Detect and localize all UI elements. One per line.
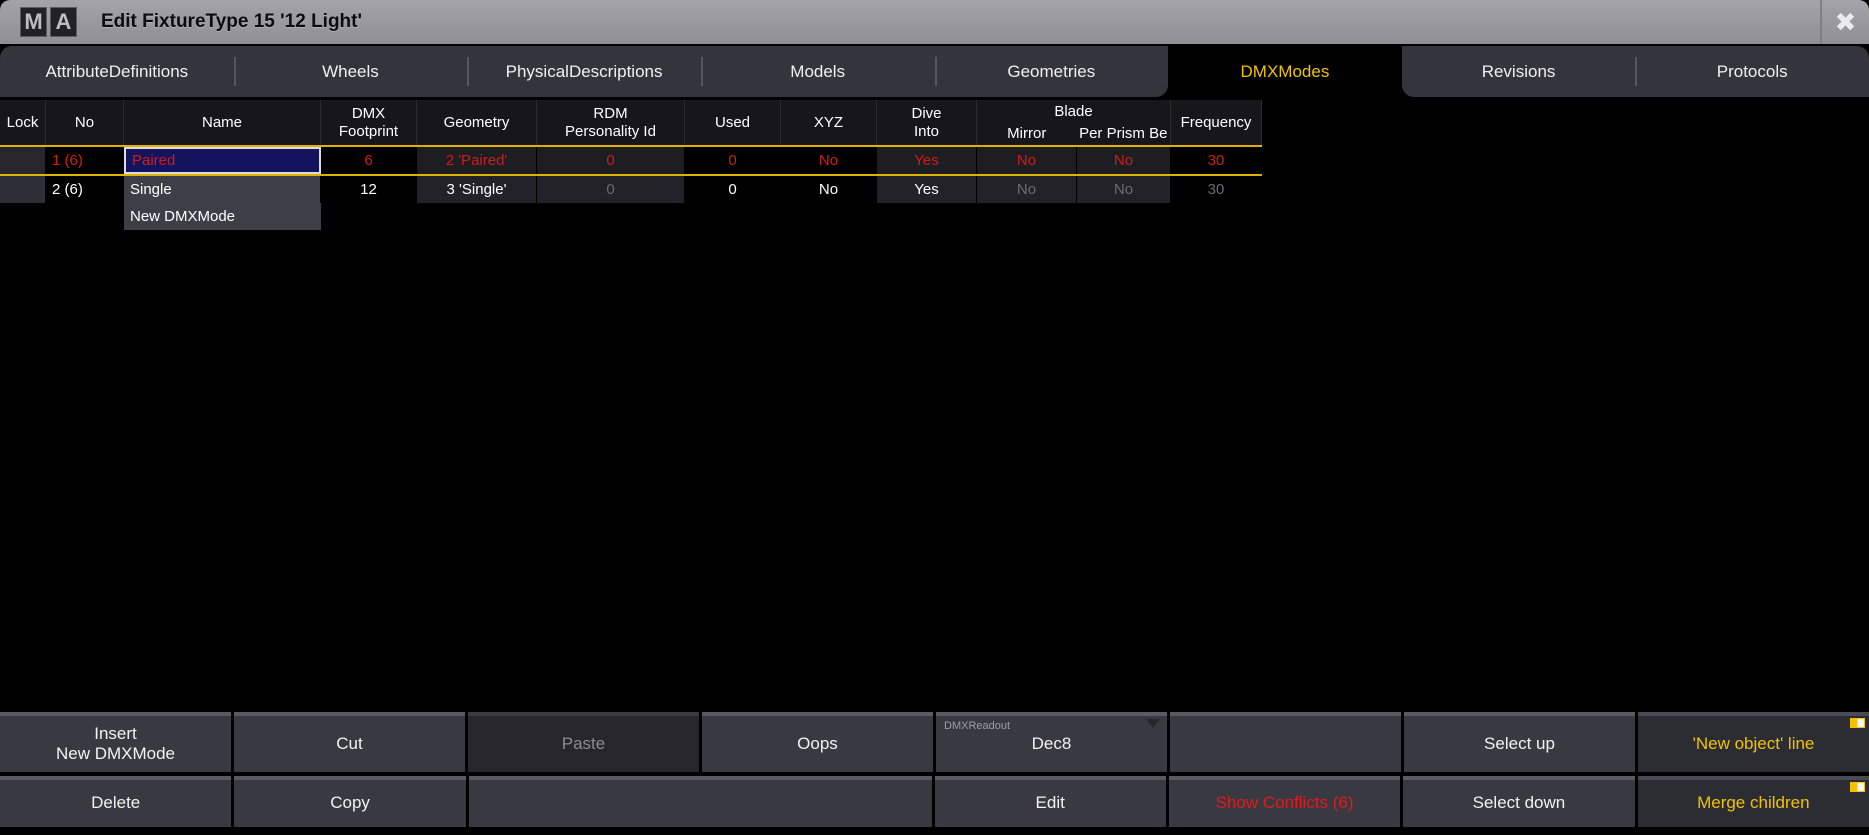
column-header-blade-mirror: Mirror	[977, 125, 1076, 142]
cell-dmx-footprint[interactable]: 6	[321, 147, 417, 174]
column-header-lock[interactable]: Lock	[0, 100, 46, 145]
column-header-name[interactable]: Name	[124, 100, 321, 145]
cell-no[interactable]: 1 (6)	[46, 147, 124, 174]
tab-bar: AttributeDefinitions Wheels PhysicalDesc…	[0, 46, 1869, 97]
cell-name[interactable]: Single	[124, 176, 321, 203]
select-down-button[interactable]: Select down	[1403, 776, 1634, 827]
cell-used[interactable]: 0	[685, 176, 781, 203]
column-header-blade-group[interactable]: Blade Mirror Per Prism Be	[977, 100, 1171, 145]
tab-protocols[interactable]: Protocols	[1635, 46, 1869, 97]
toolbar-row-1: Insert New DMXMode Cut Paste Oops DMXRea…	[0, 712, 1869, 772]
dmx-readout-label: DMXReadout	[944, 720, 1010, 733]
toolbar-row-2: Delete Copy Edit Show Conflicts (6) Sele…	[0, 776, 1869, 827]
new-object-line-button[interactable]: 'New object' line	[1638, 712, 1869, 772]
cell-blade-per-prism[interactable]: No	[1077, 176, 1171, 203]
new-dmxmode-cell[interactable]: New DMXMode	[124, 203, 321, 230]
tab-physicaldescriptions[interactable]: PhysicalDescriptions	[467, 46, 701, 97]
assign-indicator-icon	[1850, 718, 1865, 728]
cell-name-selected[interactable]: Paired	[124, 147, 321, 174]
empty-button[interactable]	[1170, 712, 1401, 772]
edit-button[interactable]: Edit	[935, 776, 1166, 827]
cell-lock[interactable]	[0, 147, 46, 174]
column-header-rdm-personality-id[interactable]: RDM Personality Id	[537, 100, 685, 145]
assign-indicator-icon	[1850, 782, 1865, 792]
cell-used[interactable]: 0	[685, 147, 781, 174]
merge-children-button[interactable]: Merge children	[1638, 776, 1869, 827]
ma-logo: M A	[20, 7, 77, 37]
table-row-dmxmode-2[interactable]: 2 (6) Single 12 3 'Single' 0 0 No Yes No…	[0, 176, 1262, 203]
tab-revisions[interactable]: Revisions	[1402, 46, 1636, 97]
ma-logo-a: A	[50, 7, 77, 37]
table-row-dmxmode-1[interactable]: 1 (6) Paired 6 2 'Paired' 0 0 No Yes No …	[0, 147, 1262, 174]
cell-lock[interactable]	[0, 176, 46, 203]
cell-geometry[interactable]: 2 'Paired'	[417, 147, 537, 174]
cell-xyz[interactable]: No	[781, 176, 877, 203]
show-conflicts-button[interactable]: Show Conflicts (6)	[1169, 776, 1400, 827]
close-icon: ✖	[1835, 7, 1857, 38]
column-header-no[interactable]: No	[46, 100, 124, 145]
dmx-readout-value: Dec8	[1032, 734, 1072, 754]
tab-geometries[interactable]: Geometries	[935, 46, 1169, 97]
empty-wide-button[interactable]	[469, 776, 932, 827]
column-header-geometry[interactable]: Geometry	[417, 100, 537, 145]
column-header-blade: Blade	[977, 103, 1170, 120]
close-button[interactable]: ✖	[1820, 0, 1869, 44]
column-header-dive-into[interactable]: Dive Into	[877, 100, 977, 145]
cell-xyz[interactable]: No	[781, 147, 877, 174]
cell-dive-into[interactable]: Yes	[877, 147, 977, 174]
cell-rdm-personality-id[interactable]: 0	[537, 147, 685, 174]
window-title: Edit FixtureType 15 '12 Light'	[101, 11, 362, 33]
cell-dmx-footprint[interactable]: 12	[321, 176, 417, 203]
tab-wheels[interactable]: Wheels	[234, 46, 468, 97]
chevron-down-icon	[1146, 719, 1160, 728]
column-header-blade-per-prism: Per Prism Be	[1076, 125, 1170, 142]
tab-models[interactable]: Models	[701, 46, 935, 97]
column-header-dmx-footprint[interactable]: DMX Footprint	[321, 100, 417, 145]
cell-frequency[interactable]: 30	[1171, 147, 1262, 174]
cell-blade-per-prism[interactable]: No	[1077, 147, 1171, 174]
dmx-readout-dropdown[interactable]: DMXReadout Dec8	[936, 712, 1167, 772]
select-up-button[interactable]: Select up	[1404, 712, 1635, 772]
column-header-used[interactable]: Used	[685, 100, 781, 145]
title-bar: M A Edit FixtureType 15 '12 Light' ✖	[0, 0, 1869, 44]
table-row-new-dmxmode: New DMXMode	[0, 203, 1262, 230]
cell-geometry[interactable]: 3 'Single'	[417, 176, 537, 203]
oops-button[interactable]: Oops	[702, 712, 933, 772]
cell-blade-mirror[interactable]: No	[977, 147, 1077, 174]
cell-no[interactable]: 2 (6)	[46, 176, 124, 203]
ma-logo-m: M	[20, 7, 47, 37]
tab-dmxmodes[interactable]: DMXModes	[1168, 46, 1402, 97]
delete-button[interactable]: Delete	[0, 776, 231, 827]
cut-button[interactable]: Cut	[234, 712, 465, 772]
cell-blade-mirror[interactable]: No	[977, 176, 1077, 203]
cell-rdm-personality-id[interactable]: 0	[537, 176, 685, 203]
tab-attributedefinitions[interactable]: AttributeDefinitions	[0, 46, 234, 97]
column-header-xyz[interactable]: XYZ	[781, 100, 877, 145]
paste-button[interactable]: Paste	[468, 712, 699, 772]
copy-button[interactable]: Copy	[234, 776, 465, 827]
column-header-frequency[interactable]: Frequency	[1171, 100, 1262, 145]
cell-dive-into[interactable]: Yes	[877, 176, 977, 203]
dmxmodes-table: Lock No Name DMX Footprint Geometry RDM …	[0, 100, 1262, 230]
table-header-row: Lock No Name DMX Footprint Geometry RDM …	[0, 100, 1262, 145]
insert-new-dmxmode-button[interactable]: Insert New DMXMode	[0, 712, 231, 772]
cell-frequency[interactable]: 30	[1171, 176, 1262, 203]
